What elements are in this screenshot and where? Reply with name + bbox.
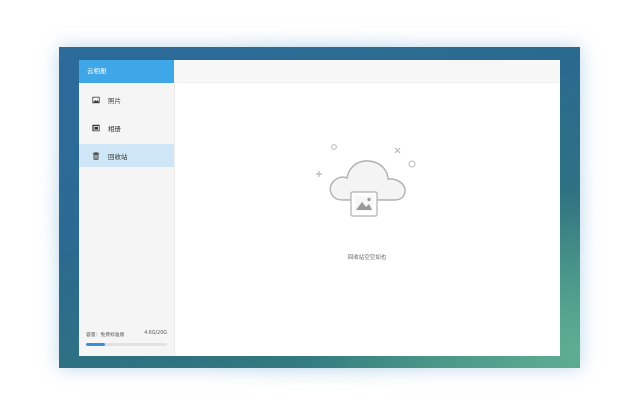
storage-progress-fill (86, 343, 105, 346)
storage-panel: 容量：免费标准版 4.6G/20G (86, 331, 167, 346)
album-icon (92, 124, 100, 131)
sidebar: 云相册 照片 相册 回收站 容量：免费标准版 4.6G/20G (79, 60, 175, 356)
storage-progress-bar (86, 343, 167, 346)
storage-label: 容量：免费标准版 (86, 333, 125, 338)
app-window: 云相册 照片 相册 回收站 容量：免费标准版 4.6G/20G 回收站空空如也 (79, 60, 560, 356)
cloud-image-icon (316, 144, 416, 217)
app-title: 云相册 (79, 60, 174, 83)
sidebar-nav: 照片 相册 回收站 (79, 88, 174, 167)
photo-icon (92, 96, 100, 103)
main-content: 回收站空空如也 (174, 82, 560, 356)
sidebar-item-photos[interactable]: 照片 (79, 88, 174, 111)
content-header (174, 60, 560, 83)
sidebar-item-label: 相册 (108, 124, 121, 133)
sidebar-item-label: 照片 (108, 96, 121, 105)
trash-icon (92, 151, 100, 160)
sidebar-item-recycle-bin[interactable]: 回收站 (79, 144, 174, 167)
empty-state-message: 回收站空空如也 (347, 255, 387, 261)
storage-usage: 4.6G/20G (144, 331, 167, 336)
sidebar-item-albums[interactable]: 相册 (79, 116, 174, 139)
sidebar-item-label: 回收站 (108, 152, 128, 161)
